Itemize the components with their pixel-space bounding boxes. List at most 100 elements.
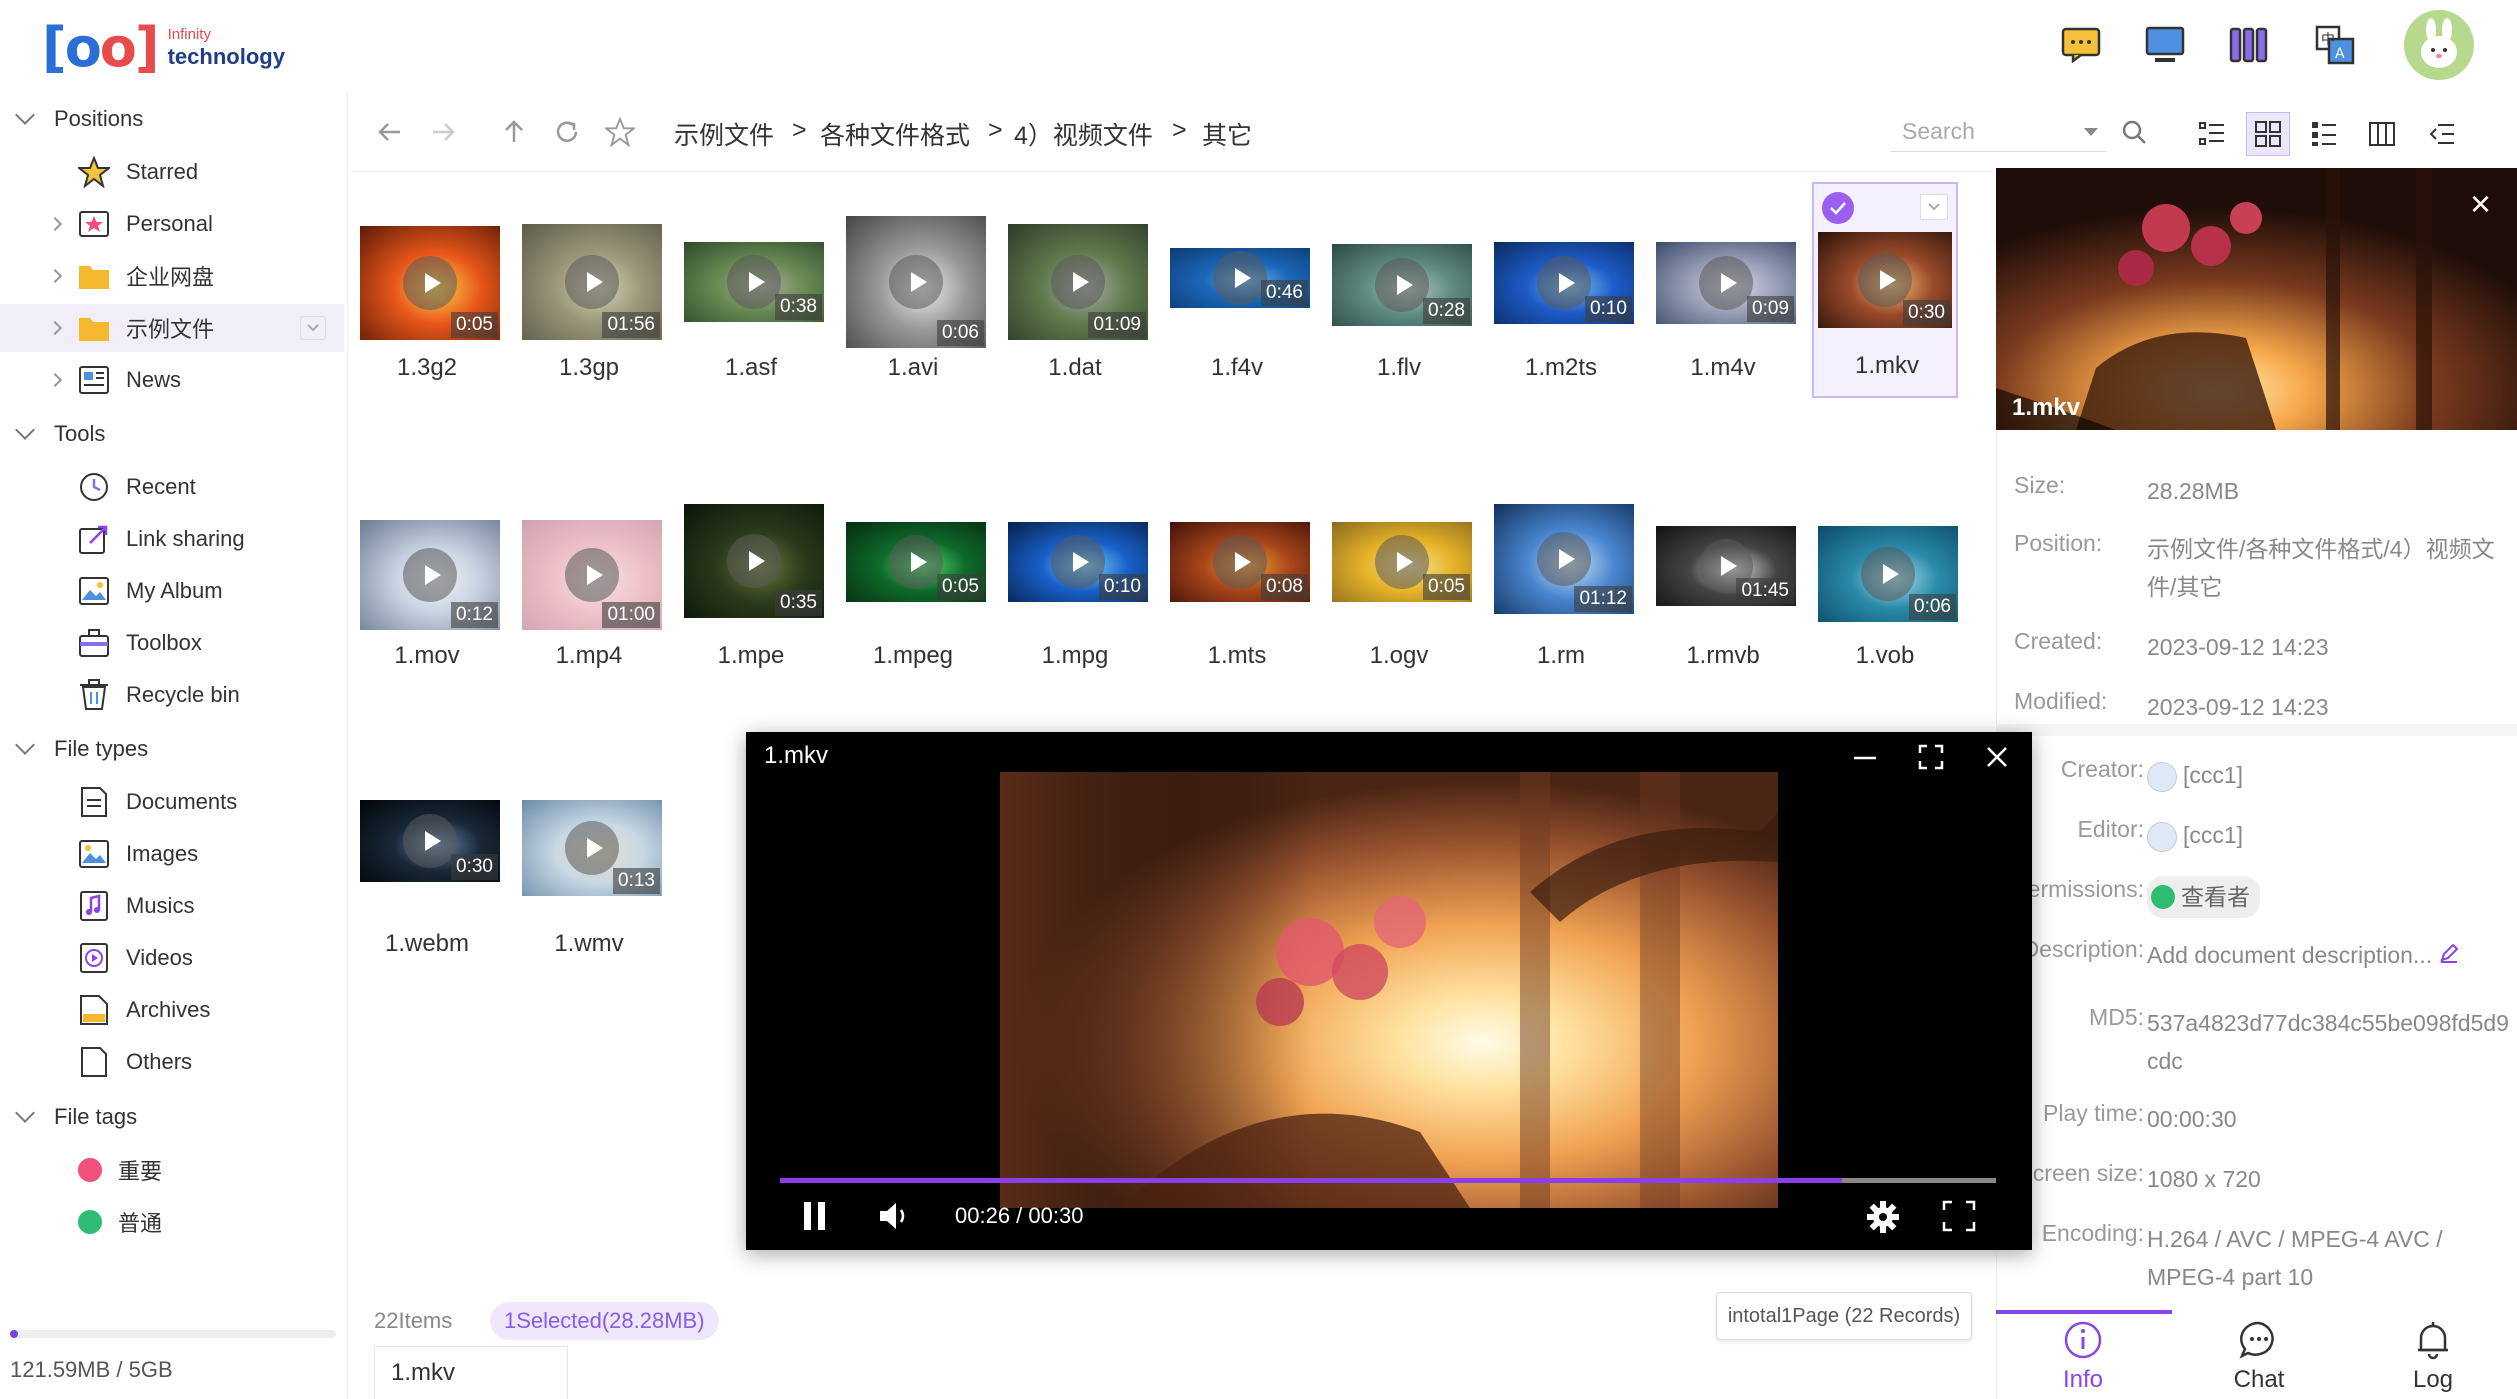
play-icon[interactable] — [727, 534, 781, 588]
back-icon[interactable] — [370, 112, 410, 152]
search-scope-dropdown-icon[interactable] — [2084, 128, 2098, 136]
search-icon[interactable] — [2114, 112, 2154, 152]
video-thumbnail[interactable]: 0:30 — [1818, 232, 1952, 328]
file-tile[interactable]: 0:08 1.mts — [1164, 474, 1310, 690]
video-thumbnail[interactable]: 01:56 — [522, 224, 662, 340]
sidebar-tag-important[interactable]: 重要 — [0, 1146, 344, 1194]
file-tile[interactable]: 0:12 1.mov — [354, 474, 500, 690]
play-icon[interactable] — [403, 814, 457, 868]
star-outline-icon[interactable] — [600, 112, 640, 152]
monitor-icon[interactable] — [2142, 22, 2188, 68]
file-tile[interactable]: 01:00 1.mp4 — [516, 474, 662, 690]
play-icon[interactable] — [889, 255, 943, 309]
file-tile[interactable]: 01:12 1.rm — [1488, 474, 1634, 690]
chevron-down-icon[interactable] — [1920, 194, 1948, 220]
play-icon[interactable] — [727, 255, 781, 309]
play-icon[interactable] — [403, 548, 457, 602]
play-icon[interactable] — [1861, 547, 1915, 601]
message-icon[interactable] — [2058, 22, 2104, 68]
video-thumbnail[interactable]: 01:09 — [1008, 224, 1148, 340]
video-thumbnail[interactable]: 01:00 — [522, 520, 662, 630]
settings-gear-icon[interactable] — [1866, 1200, 1900, 1239]
video-thumbnail[interactable]: 01:45 — [1656, 526, 1796, 606]
video-thumbnail[interactable]: 0:05 — [360, 226, 500, 340]
expand-arrow-icon[interactable] — [47, 372, 63, 388]
video-thumbnail[interactable]: 0:12 — [360, 520, 500, 630]
video-frame[interactable] — [1000, 772, 1778, 1208]
file-tile[interactable]: 0:30 1.mkv — [1812, 182, 1958, 398]
sidebar-item-documents[interactable]: Documents — [0, 778, 344, 826]
section-file-types[interactable]: File types — [15, 735, 148, 762]
video-thumbnail[interactable]: 0:10 — [1494, 242, 1634, 324]
minimize-icon[interactable] — [1852, 744, 1878, 775]
sidebar-item-personal[interactable]: Personal — [0, 200, 344, 248]
video-thumbnail[interactable]: 0:09 — [1656, 242, 1796, 324]
sidebar-item-videos[interactable]: Videos — [0, 934, 344, 982]
expand-arrow-icon[interactable] — [47, 216, 63, 232]
play-icon[interactable] — [565, 255, 619, 309]
file-tile[interactable]: 0:13 1.wmv — [516, 762, 662, 978]
file-tile[interactable]: 0:05 1.3g2 — [354, 186, 500, 402]
play-icon[interactable] — [1537, 532, 1591, 586]
file-tile[interactable]: 0:05 1.ogv — [1326, 474, 1472, 690]
video-thumbnail[interactable]: 0:06 — [846, 216, 986, 348]
file-tile[interactable]: 01:09 1.dat — [1002, 186, 1148, 402]
video-thumbnail[interactable]: 0:38 — [684, 242, 824, 322]
collapse-panel-icon[interactable] — [2420, 112, 2464, 156]
selected-filename-field[interactable]: 1.mkv — [374, 1346, 568, 1399]
file-tile[interactable]: 0:46 1.f4v — [1164, 186, 1310, 402]
section-file-tags[interactable]: File tags — [15, 1103, 137, 1130]
sidebar-tag-normal[interactable]: 普通 — [0, 1198, 344, 1246]
column-view-icon[interactable] — [2360, 112, 2404, 156]
video-thumbnail[interactable]: 0:05 — [1332, 522, 1472, 602]
up-icon[interactable] — [494, 112, 534, 152]
file-tile[interactable]: 0:38 1.asf — [678, 186, 824, 402]
play-icon[interactable] — [1051, 255, 1105, 309]
file-tile[interactable]: 01:45 1.rmvb — [1650, 474, 1796, 690]
file-tile[interactable]: 0:35 1.mpe — [678, 474, 824, 690]
play-icon[interactable] — [1375, 535, 1429, 589]
description-text[interactable]: Add document description... — [2147, 942, 2432, 968]
video-thumbnail[interactable]: 0:46 — [1170, 248, 1310, 308]
user-avatar[interactable] — [2404, 10, 2474, 80]
file-tile[interactable]: 0:09 1.m4v — [1650, 186, 1796, 402]
sidebar-item-musics[interactable]: Musics — [0, 882, 344, 930]
breadcrumb-item[interactable]: 其它 — [1202, 116, 1252, 152]
sidebar-item-others[interactable]: Others — [0, 1038, 344, 1086]
breadcrumb-item[interactable]: 示例文件 — [674, 116, 774, 152]
detail-view-icon[interactable] — [2302, 112, 2346, 156]
play-icon[interactable] — [1699, 256, 1753, 310]
file-tile[interactable]: 0:06 1.vob — [1812, 474, 1958, 690]
play-icon[interactable] — [565, 821, 619, 875]
video-thumbnail[interactable]: 0:10 — [1008, 522, 1148, 602]
file-tile[interactable]: 0:06 1.avi — [840, 186, 986, 402]
selected-check-icon[interactable] — [1822, 192, 1854, 224]
forward-icon[interactable] — [423, 112, 463, 152]
breadcrumb-item[interactable]: 4）视频文件 — [1014, 116, 1153, 152]
sidebar-item-link-sharing[interactable]: Link sharing — [0, 515, 344, 563]
tab-log[interactable]: Log — [2346, 1312, 2517, 1399]
apps-icon[interactable] — [2226, 22, 2272, 68]
play-icon[interactable] — [403, 256, 457, 310]
video-thumbnail[interactable]: 0:08 — [1170, 522, 1310, 602]
maximize-icon[interactable] — [1918, 744, 1944, 775]
file-tile[interactable]: 0:28 1.flv — [1326, 186, 1472, 402]
progress-fill[interactable] — [780, 1178, 1842, 1183]
edit-pencil-icon[interactable] — [2432, 942, 2458, 968]
tab-chat[interactable]: Chat — [2172, 1312, 2346, 1399]
pause-icon[interactable] — [800, 1200, 830, 1237]
sidebar-item-enterprise-disk[interactable]: 企业网盘 — [0, 252, 344, 300]
play-icon[interactable] — [1375, 258, 1429, 312]
play-icon[interactable] — [1858, 253, 1912, 307]
video-thumbnail[interactable]: 0:35 — [684, 504, 824, 618]
sidebar-item-sample-files[interactable]: 示例文件 — [0, 304, 344, 352]
section-tools[interactable]: Tools — [15, 420, 105, 447]
section-positions[interactable]: Positions — [15, 105, 143, 132]
file-tile[interactable]: 0:05 1.mpeg — [840, 474, 986, 690]
list-view-icon[interactable] — [2190, 112, 2234, 156]
expand-arrow-icon[interactable] — [47, 320, 63, 336]
chevron-down-icon[interactable] — [300, 316, 326, 340]
video-thumbnail[interactable]: 0:05 — [846, 522, 986, 602]
sidebar-item-toolbox[interactable]: Toolbox — [0, 619, 344, 667]
fullscreen-icon[interactable] — [1942, 1200, 1976, 1237]
